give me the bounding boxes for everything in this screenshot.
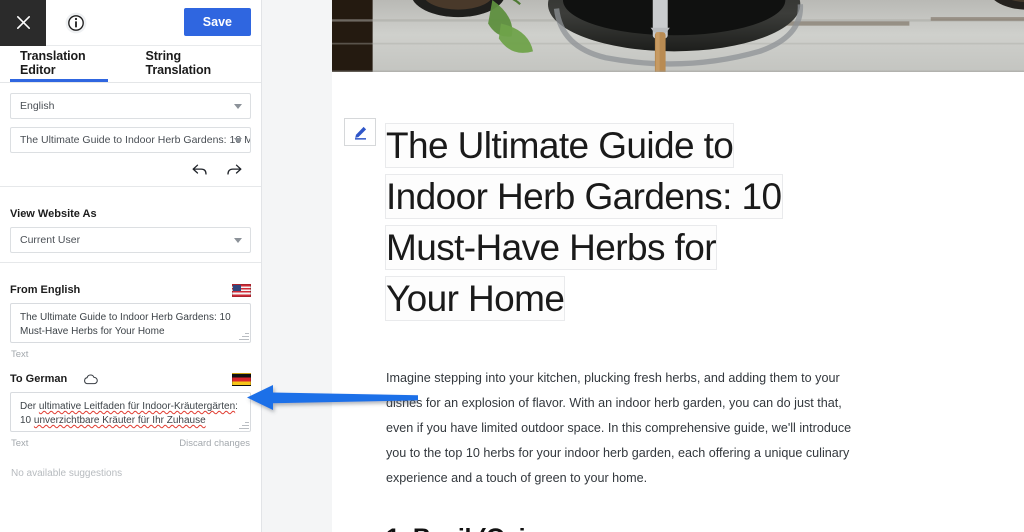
to-german-header: To German xyxy=(10,362,251,392)
tab-translation-editor[interactable]: Translation Editor xyxy=(10,46,108,82)
sidebar-tabs: Translation Editor String Translation xyxy=(0,46,261,83)
intro-paragraph: Imagine stepping into your kitchen, pluc… xyxy=(386,371,852,485)
hero-image xyxy=(332,0,1024,72)
target-meta: Text Discard changes xyxy=(10,432,251,449)
info-icon[interactable] xyxy=(62,9,90,37)
post-select[interactable]: The Ultimate Guide to Indoor Herb Garden… xyxy=(10,127,251,153)
tab-string-translation[interactable]: String Translation xyxy=(136,46,234,82)
history-controls xyxy=(10,161,251,177)
source-text-wrap xyxy=(10,303,251,343)
view-website-as-label: View Website As xyxy=(10,208,97,220)
sidebar-header: Save xyxy=(0,0,261,46)
target-text-seg-1: Der xyxy=(20,401,39,412)
flag-de-icon xyxy=(232,373,251,386)
flag-us-icon xyxy=(232,284,251,297)
title-line-1: The Ultimate Guide to xyxy=(386,125,734,166)
preview-pane: The Ultimate Guide to Indoor Herb Gardens… xyxy=(262,0,1024,532)
translation-sidebar: Save Translation Editor String Translati… xyxy=(0,0,262,532)
from-english-header: From English xyxy=(10,273,251,303)
redo-arrow-icon[interactable] xyxy=(226,163,243,177)
source-meta: Text xyxy=(10,343,251,360)
source-field-type: Text xyxy=(11,349,29,360)
save-button[interactable]: Save xyxy=(183,8,251,36)
source-language-section: From English Text xyxy=(0,263,261,360)
discard-changes-link[interactable]: Discard changes xyxy=(179,438,250,449)
post-select-value: The Ultimate Guide to Indoor Herb Garden… xyxy=(20,134,251,146)
undo-arrow-icon[interactable] xyxy=(191,163,208,177)
cloud-translate-icon[interactable] xyxy=(83,373,98,385)
chevron-down-icon xyxy=(234,238,242,243)
view-website-as-value: Current User xyxy=(20,234,81,246)
chevron-down-icon xyxy=(234,104,242,109)
title-line-2: Indoor Herb Gardens: 10 xyxy=(386,176,782,217)
title-line-4: Your Home xyxy=(386,278,565,319)
app-root: Save Translation Editor String Translati… xyxy=(0,0,1024,532)
from-english-label: From English xyxy=(10,284,81,296)
chevron-down-icon xyxy=(234,138,242,143)
pencil-edit-icon[interactable] xyxy=(344,118,376,146)
to-german-label: To German xyxy=(10,373,68,385)
target-text-seg-4: unverzichtbare Kräuter für Ihr Zuhause xyxy=(33,415,206,426)
target-field-type: Text xyxy=(11,438,29,449)
close-icon[interactable] xyxy=(0,0,46,46)
page-card: The Ultimate Guide to Indoor Herb Gardens… xyxy=(332,0,1024,532)
target-text-wrap: Der ultimative Leitfaden für Indoor-Kräu… xyxy=(10,392,251,432)
no-suggestions-text: No available suggestions xyxy=(11,468,123,479)
target-text-seg-2: ultimative Leitfaden für Indoor-Kräuterg… xyxy=(38,401,236,412)
source-text-input[interactable] xyxy=(10,303,251,343)
title-line-3: Must-Have Herbs for xyxy=(386,227,717,268)
section-heading-1: 1. Basil (Ocimum xyxy=(386,524,1018,532)
language-select[interactable]: English xyxy=(10,93,251,119)
post-content: The Ultimate Guide to Indoor Herb Gardens… xyxy=(332,72,1024,532)
target-language-section: To German Der ultimative Leitfaden für I… xyxy=(0,360,261,479)
page-title: The Ultimate Guide to Indoor Herb Gardens… xyxy=(386,120,854,324)
sidebar-selectors: English The Ultimate Guide to Indoor Her… xyxy=(0,83,261,177)
target-text-input[interactable]: Der ultimative Leitfaden für Indoor-Kräu… xyxy=(10,392,251,432)
view-website-as-select[interactable]: Current User xyxy=(10,227,251,253)
language-select-value: English xyxy=(20,100,55,112)
view-website-as-section: View Website As Current User xyxy=(0,187,261,253)
